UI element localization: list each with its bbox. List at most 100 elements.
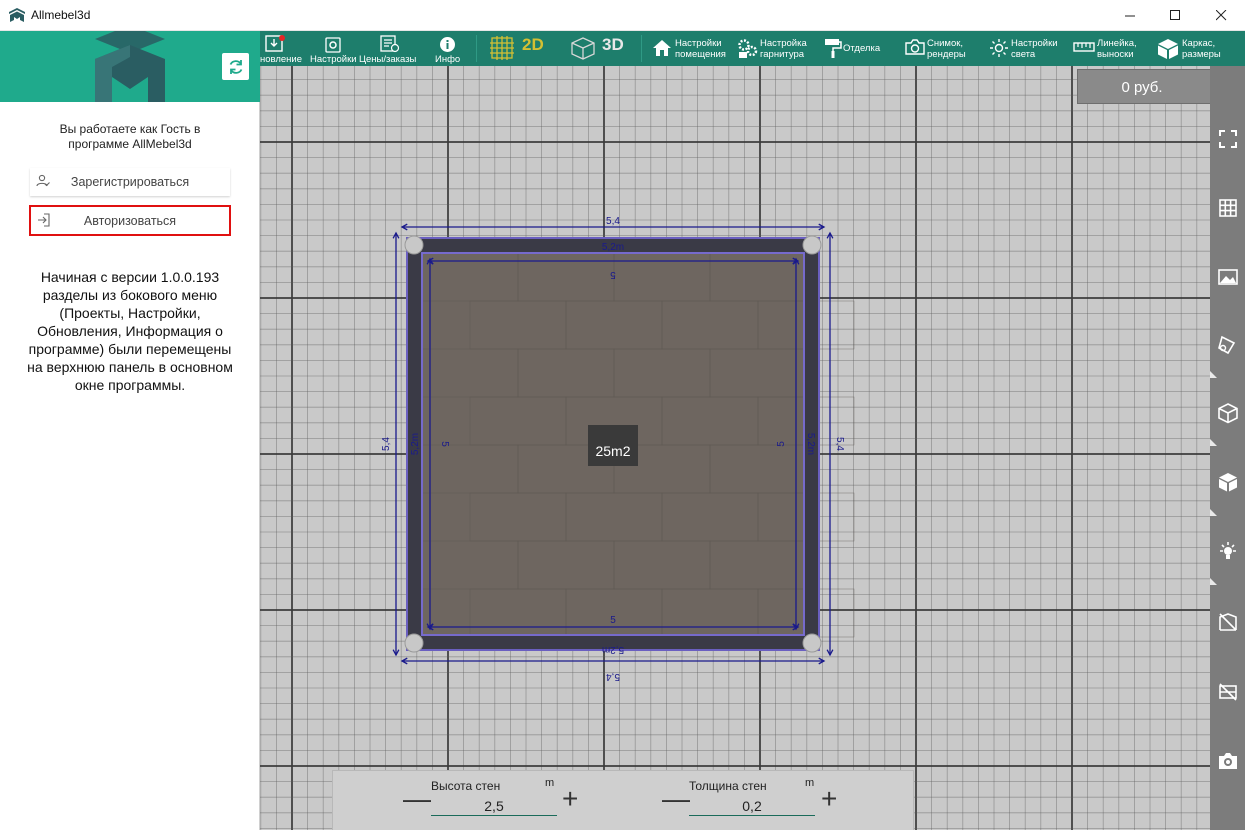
wall-thickness-unit: m	[805, 777, 815, 789]
cube-icon[interactable]	[1217, 471, 1239, 493]
price-value: 0 руб.	[1121, 79, 1163, 96]
register-label: Зарегистрироваться	[70, 175, 190, 189]
app-window: Allmebel3d Вы работаете как Гость в прог…	[0, 0, 1245, 830]
submenu-marker	[1210, 578, 1217, 585]
minimize-button[interactable]	[1107, 0, 1153, 31]
corner-handle[interactable]	[404, 633, 424, 653]
corner-handle[interactable]	[404, 235, 424, 255]
dim-outer-right-label: 5,4	[834, 437, 845, 451]
wall-thickness-plus-button[interactable]: +	[821, 785, 837, 813]
hide-furniture-icon[interactable]	[1217, 681, 1239, 703]
ruler-icon	[1073, 42, 1095, 52]
refresh-button[interactable]	[222, 53, 249, 80]
dim-wall-right-label: 5,2m	[805, 433, 816, 455]
box-open-icon[interactable]	[1217, 402, 1239, 424]
wall-thickness-input[interactable]: 0,2	[689, 796, 815, 816]
box-icon	[1158, 39, 1178, 59]
plan-drawing[interactable]: 5,4 5,4 5,4 5,4 5,2m 5,2m 5,2m 5,2m 5 5 5 5	[260, 66, 1210, 830]
screenshot-icon[interactable]	[1217, 750, 1239, 772]
dim-inner-left-label: 5	[439, 441, 450, 447]
user-check-icon	[36, 174, 50, 187]
info-icon	[440, 37, 455, 52]
lamp-icon[interactable]	[1217, 540, 1239, 562]
camera-icon	[905, 39, 925, 55]
toolbar-light[interactable]: Настройки света	[987, 31, 1065, 66]
wall-thickness-minus-button[interactable]: —	[662, 785, 690, 813]
light-icon	[990, 39, 1008, 57]
submenu-marker	[1210, 371, 1217, 378]
dim-inner-bottom-label: 5	[610, 615, 616, 626]
toolbar-info[interactable]: Инфо	[432, 31, 462, 66]
toolbar-frame-sizes[interactable]: Каркас, размеры	[1155, 31, 1243, 66]
dim-outer-top-label: 5,4	[606, 216, 620, 227]
toolbar-settings[interactable]: Настройки	[308, 31, 358, 66]
settings-icon	[325, 37, 341, 53]
maximize-icon	[1169, 10, 1180, 20]
wall-height-plus-button[interactable]: +	[562, 785, 578, 813]
toolbar-snapshot[interactable]: Снимок, рендеры	[903, 31, 975, 66]
brand-header	[0, 31, 260, 102]
dim-inner-right-label: 5	[776, 441, 787, 447]
download-icon	[265, 35, 285, 52]
toolbar-prices[interactable]: Цены/заказы	[359, 31, 421, 66]
gears-icon	[738, 39, 758, 58]
mode-2d-label: 2D	[522, 35, 544, 54]
home-icon	[653, 40, 671, 56]
wall-height-input[interactable]: 2,5	[431, 796, 557, 816]
dim-outer-left-label: 5,4	[381, 437, 392, 451]
grid-2d-icon	[490, 36, 514, 60]
minimize-icon	[1124, 15, 1135, 17]
maximize-button[interactable]	[1152, 0, 1198, 31]
right-tool-rail	[1210, 66, 1245, 830]
dim-outer-bottom-label: 5,4	[606, 671, 620, 682]
close-button[interactable]	[1198, 0, 1244, 31]
app-logo-icon	[9, 8, 25, 22]
grid-icon[interactable]	[1217, 197, 1239, 219]
dim-wall-bottom-label: 5,2m	[602, 644, 624, 655]
toolbar-finishing[interactable]: Отделка	[822, 31, 888, 66]
mode-2d-button[interactable]: 2D	[488, 31, 550, 66]
dim-wall-top-label: 5,2m	[602, 242, 624, 253]
sidebar: Вы работаете как Гость в программе AllMe…	[0, 31, 260, 830]
guest-note: Вы работаете как Гость в программе AllMe…	[59, 122, 201, 151]
brand-logo-icon	[95, 31, 165, 102]
wall-height-title: Высота стен	[431, 779, 501, 793]
dim-wall-left-label: 5,2m	[410, 433, 421, 455]
mode-3d-label: 3D	[602, 35, 624, 54]
title-bar: Allmebel3d	[0, 0, 1245, 31]
toolbar-update[interactable]: новление	[260, 31, 304, 66]
login-label: Авторизоваться	[83, 214, 177, 228]
toolbar-ruler[interactable]: Линейка, выноски	[1071, 31, 1151, 66]
submenu-marker	[1210, 439, 1217, 446]
room-area-label: 25m2	[588, 425, 638, 466]
submenu-marker	[1210, 509, 1217, 516]
wall-thickness-title: Толщина стен	[689, 779, 767, 793]
register-button[interactable]: Зарегистрироваться	[30, 168, 230, 196]
toolbar-separator	[476, 35, 477, 62]
texture-icon[interactable]	[1217, 334, 1239, 356]
toolbar-furniture-settings[interactable]: Настройка гарнитура	[735, 31, 815, 66]
toolbar-separator	[641, 35, 642, 62]
close-icon	[1215, 10, 1226, 21]
prices-icon	[380, 35, 400, 53]
main-toolbar: новление Настройки Цены/заказы Инфо 2D 3…	[260, 31, 1245, 66]
mode-3d-button[interactable]: 3D	[568, 31, 630, 66]
dim-inner-top-label: 5	[610, 269, 616, 280]
corner-handle[interactable]	[802, 235, 822, 255]
fullscreen-icon[interactable]	[1217, 128, 1239, 150]
info-text: Начиная с версии 1.0.0.193 разделы из бо…	[27, 269, 233, 393]
wall-params-panel: — Высота стен m 2,5 + — Толщина стен m 0…	[332, 770, 914, 830]
hide-walls-icon[interactable]	[1217, 611, 1239, 633]
corner-handle[interactable]	[802, 633, 822, 653]
image-icon[interactable]	[1217, 266, 1239, 288]
wall-height-unit: m	[545, 777, 555, 789]
refresh-icon	[229, 59, 242, 74]
cube-3d-icon	[571, 37, 595, 60]
login-icon	[38, 213, 50, 227]
wall-height-minus-button[interactable]: —	[403, 785, 431, 813]
plan-canvas[interactable]: 5,4 5,4 5,4 5,4 5,2m 5,2m 5,2m 5,2m 5 5 5 5 25m2	[260, 66, 1210, 830]
toolbar-room-settings[interactable]: Настройки помещения	[650, 31, 726, 66]
window-title: Allmebel3d	[31, 8, 91, 22]
paint-roller-icon	[825, 39, 842, 58]
login-button[interactable]: Авторизоваться	[29, 205, 231, 236]
